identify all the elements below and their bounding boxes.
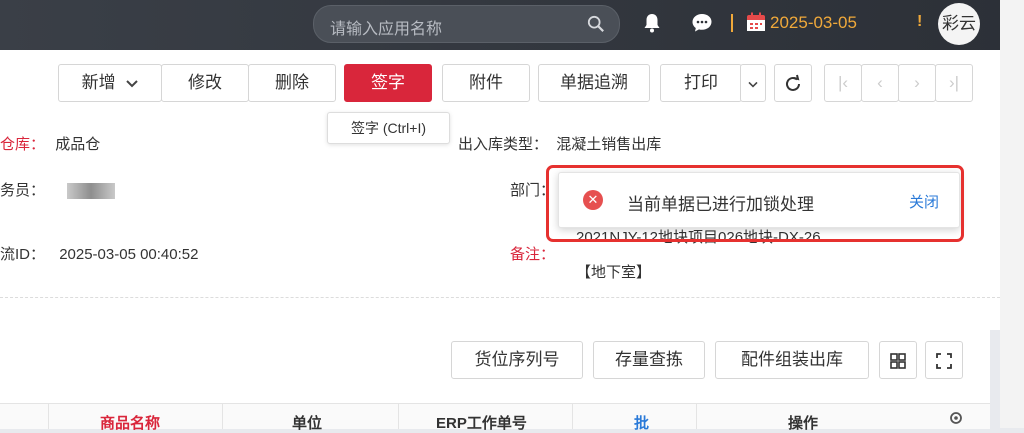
sign-tooltip: 签字 (Ctrl+I) [327, 112, 450, 144]
trace-button[interactable]: 单据追溯 [538, 64, 650, 102]
settings-icon[interactable] [948, 410, 964, 426]
alert-indicator[interactable]: ! [917, 13, 922, 31]
app-search[interactable]: 请输入应用名称 [313, 5, 620, 43]
first-page-button[interactable]: |‹ [824, 64, 862, 102]
chevron-down-icon[interactable] [748, 80, 758, 88]
io-type-label: 出入库类型： [458, 136, 549, 153]
staff-field: 务员： [0, 179, 116, 200]
remark-line-2: 【地下室】 [576, 264, 652, 281]
location-serial-button[interactable]: 货位序列号 [451, 341, 583, 379]
column-divider [572, 404, 573, 429]
refresh-button[interactable] [774, 64, 812, 102]
chevron-down-icon[interactable] [126, 78, 139, 88]
column-divider [696, 404, 697, 429]
bell-icon[interactable] [640, 11, 664, 35]
calendar-icon [747, 12, 765, 31]
staff-label: 务员： [0, 182, 46, 199]
io-type-field: 出入库类型： 混凝土销售出库 [458, 133, 661, 154]
grid-view-button[interactable] [879, 341, 917, 379]
section-divider [0, 297, 1000, 298]
staff-value-redacted[interactable] [67, 183, 116, 200]
stock-pick-button[interactable]: 存量查拣 [593, 341, 705, 379]
user-avatar[interactable]: 彩云 [938, 3, 980, 45]
edit-button[interactable]: 修改 [161, 64, 249, 102]
print-button[interactable]: 打印 [660, 64, 742, 102]
warehouse-label: 仓库： [0, 136, 46, 153]
remark-field: 备注： [510, 243, 555, 264]
assembly-out-button[interactable]: 配件组装出库 [715, 341, 869, 379]
sign-button[interactable]: 签字 [344, 64, 432, 102]
warehouse-field: 仓库： 成品仓 [0, 133, 100, 154]
refresh-icon [786, 74, 800, 91]
delete-button[interactable]: 删除 [248, 64, 336, 102]
flow-id-field: 流ID： 2025-03-05 00:40:52 [0, 243, 198, 264]
top-bar: 请输入应用名称 2025-03-05 ! 彩云 [0, 0, 1024, 50]
attachment-button[interactable]: 附件 [442, 64, 530, 102]
search-input[interactable]: 请输入应用名称 [330, 15, 442, 39]
warehouse-value[interactable]: 成品仓 [55, 136, 100, 153]
current-date: 2025-03-05 [770, 13, 857, 32]
remark-label: 备注： [510, 246, 556, 263]
column-divider [48, 404, 49, 429]
next-page-button[interactable]: › [898, 64, 936, 102]
detail-panel: 货位序列号 存量查拣 配件组装出库 商品名称 单位 ERP工作单号 批 操作 [0, 327, 990, 432]
divider [731, 14, 733, 32]
flow-id-value: 2025-03-05 00:40:52 [59, 246, 199, 263]
message-icon[interactable] [690, 11, 714, 35]
grid-icon [890, 352, 906, 369]
table-header: 商品名称 单位 ERP工作单号 批 操作 [0, 403, 990, 432]
col-product-name[interactable]: 商品名称 [100, 412, 160, 433]
fullscreen-icon [936, 352, 952, 369]
col-unit[interactable]: 单位 [292, 412, 322, 433]
fullscreen-button[interactable] [925, 341, 963, 379]
highlight-frame [546, 165, 964, 242]
last-page-button[interactable]: ›| [935, 64, 973, 102]
scrollbar[interactable] [1000, 0, 1024, 428]
col-actions: 操作 [788, 415, 819, 432]
flow-id-label: 流ID： [0, 246, 46, 263]
add-label: 新增 [81, 73, 116, 92]
search-icon[interactable] [587, 15, 605, 33]
col-erp-order[interactable]: ERP工作单号 [436, 412, 527, 433]
add-button[interactable]: 新增 [58, 64, 162, 102]
col-batch[interactable]: 批 [634, 412, 649, 433]
io-type-value[interactable]: 混凝土销售出库 [556, 136, 661, 153]
column-divider [222, 404, 223, 429]
prev-page-button[interactable]: ‹ [861, 64, 899, 102]
column-divider [398, 404, 399, 429]
print-dropdown[interactable] [740, 64, 766, 102]
